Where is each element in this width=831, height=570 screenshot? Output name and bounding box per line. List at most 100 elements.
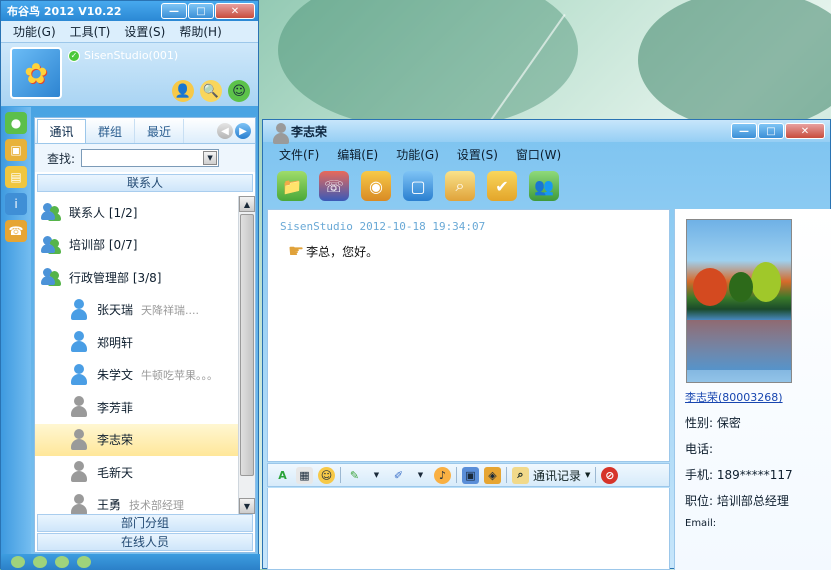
contact-profile-panel: 李志荣(80003268) 性别: 保密 电话: 手机: 189*****117…: [674, 209, 831, 570]
main-title-text: 布谷鸟 2012 V10.22: [7, 5, 122, 18]
contact-signature: 牛顿吃苹果。。。: [141, 368, 219, 382]
contact-list: 联系人 [1/2] 培训部 [0/7] 行政管理部 [3/8] 张天瑞 天降祥瑞…: [35, 196, 238, 514]
contact-item[interactable]: 李芳菲: [35, 391, 238, 424]
chat-menubar: 文件(F) 编辑(E) 功能(G) 设置(S) 窗口(W): [263, 142, 830, 166]
tab-groups[interactable]: 群组: [86, 119, 135, 143]
contacts-section-header[interactable]: 联系人: [37, 174, 253, 192]
main-window-controls: — □ ✕: [161, 3, 255, 19]
invite-users-icon[interactable]: 👥: [529, 171, 559, 201]
menu-file[interactable]: 文件(F): [279, 146, 319, 163]
search-icon[interactable]: 🔍: [200, 80, 222, 102]
user-status: ✓ SisenStudio(001): [68, 49, 178, 62]
chat-history-button[interactable]: ⌕ 通讯记录 ▼: [512, 466, 590, 484]
avatar[interactable]: ✿: [10, 47, 62, 99]
back-arrow-icon[interactable]: ◀: [217, 123, 233, 139]
contact-phone: 电话:: [685, 442, 714, 456]
online-status-icon[interactable]: ✓: [68, 49, 80, 62]
menu-edit[interactable]: 编辑(E): [337, 146, 378, 163]
chevron-down-icon[interactable]: ▼: [412, 467, 429, 484]
send-file-icon[interactable]: 📁: [277, 171, 307, 201]
chevron-down-icon[interactable]: ▼: [368, 467, 385, 484]
image-icon[interactable]: ▣: [462, 466, 479, 484]
tab-contacts[interactable]: 通讯: [37, 119, 86, 143]
maximize-button[interactable]: □: [188, 3, 214, 19]
contact-profile-link[interactable]: 李志荣(80003268): [685, 389, 822, 405]
contact-item-selected[interactable]: 李志荣: [35, 423, 238, 456]
group-icon: [41, 235, 61, 254]
message-rail-icon[interactable]: ▣: [5, 139, 27, 161]
search-doc-icon[interactable]: ⌕: [445, 171, 475, 201]
pointing-hand-icon: ☛: [288, 241, 305, 262]
search-input[interactable]: ▼: [81, 149, 220, 167]
maximize-button[interactable]: □: [758, 123, 784, 139]
menu-window[interactable]: 窗口(W): [516, 146, 561, 163]
department-group-button[interactable]: 部门分组: [37, 514, 253, 532]
menu-function[interactable]: 功能(G): [396, 146, 439, 163]
shake-icon[interactable]: ✐: [390, 467, 407, 484]
block-icon[interactable]: ⊘: [601, 466, 619, 484]
scroll-down-icon[interactable]: ▼: [239, 498, 255, 514]
scroll-thumb[interactable]: [240, 214, 254, 476]
font-icon[interactable]: A: [274, 467, 291, 484]
offline-user-icon: [69, 493, 89, 514]
tab-recent[interactable]: 最近: [135, 119, 184, 143]
emoji-icon[interactable]: ☺: [318, 466, 335, 484]
contact-item[interactable]: 毛新天: [35, 456, 238, 489]
main-window: 布谷鸟 2012 V10.22 — □ ✕ 功能(G) 工具(T) 设置(S) …: [0, 0, 260, 570]
pen-icon[interactable]: ✎: [346, 467, 363, 484]
menu-tools[interactable]: 工具(T): [70, 23, 111, 40]
scroll-up-icon[interactable]: ▲: [239, 196, 255, 212]
contact-photo[interactable]: [686, 219, 792, 383]
menu-settings[interactable]: 设置(S): [457, 146, 498, 163]
contact-name: 毛新天: [97, 465, 134, 480]
folder-rail-icon[interactable]: ▤: [5, 166, 27, 188]
screenshot-icon[interactable]: ▦: [296, 466, 313, 484]
online-user-icon: [69, 363, 89, 386]
voice-call-icon[interactable]: ☏: [319, 171, 349, 201]
profile-quick-icons: 👤 🔍 ☺: [172, 80, 250, 102]
online-users-button[interactable]: 在线人员: [37, 533, 253, 551]
contacts-rail-icon[interactable]: ●: [5, 112, 27, 134]
task-folder-icon[interactable]: ✔: [487, 171, 517, 201]
gif-icon[interactable]: ◈: [484, 466, 501, 484]
info-rail-icon[interactable]: i: [5, 193, 27, 215]
group-row[interactable]: 联系人 [1/2]: [35, 196, 238, 229]
close-button[interactable]: ✕: [215, 3, 255, 19]
bottom-app-icon[interactable]: [11, 556, 25, 568]
contact-item[interactable]: 张天瑞 天降祥瑞....: [35, 294, 238, 327]
bottom-app-icon[interactable]: [55, 556, 69, 568]
video-call-icon[interactable]: ◉: [361, 171, 391, 201]
remote-desktop-icon[interactable]: ▢: [403, 171, 433, 201]
search-label: 查找:: [47, 151, 76, 166]
contact-item[interactable]: 朱学文 牛顿吃苹果。。。: [35, 359, 238, 392]
group-label: 行政管理部 [3/8]: [69, 270, 162, 285]
group-icon: [41, 268, 61, 287]
chevron-down-icon[interactable]: ▼: [203, 151, 218, 165]
close-button[interactable]: ✕: [785, 123, 825, 139]
message-input[interactable]: [267, 488, 670, 570]
contact-gender: 性别: 保密: [685, 416, 741, 430]
chat-icon[interactable]: ☺: [228, 80, 250, 102]
menu-help[interactable]: 帮助(H): [179, 23, 221, 40]
contact-email: Email:: [685, 518, 717, 529]
add-contact-icon[interactable]: 👤: [172, 80, 194, 102]
music-icon[interactable]: ♪: [434, 466, 451, 484]
contact-name: 张天瑞: [97, 303, 134, 318]
bottom-app-icon[interactable]: [77, 556, 91, 568]
online-user-icon: [69, 331, 89, 353]
forward-arrow-icon[interactable]: ▶: [235, 123, 251, 139]
phone-rail-icon[interactable]: ☎: [5, 220, 27, 242]
user-name: SisenStudio(001): [84, 49, 179, 62]
contact-item[interactable]: 王勇 技术部经理: [35, 489, 238, 514]
chat-toolbar: 📁 ☏ ◉ ▢ ⌕ ✔ 👥: [263, 166, 830, 206]
chat-history[interactable]: SisenStudio 2012-10-18 19:34:07 ☛ 李总，您好。: [267, 209, 670, 462]
contact-list-scrollbar[interactable]: ▲ ▼: [238, 196, 255, 514]
group-row[interactable]: 培训部 [0/7]: [35, 229, 238, 262]
group-row[interactable]: 行政管理部 [3/8]: [35, 261, 238, 294]
bottom-app-icon[interactable]: [33, 556, 47, 568]
menu-settings[interactable]: 设置(S): [124, 23, 165, 40]
minimize-button[interactable]: —: [731, 123, 757, 139]
menu-function[interactable]: 功能(G): [13, 23, 56, 40]
minimize-button[interactable]: —: [161, 3, 187, 19]
contact-item[interactable]: 郑明轩: [35, 326, 238, 359]
